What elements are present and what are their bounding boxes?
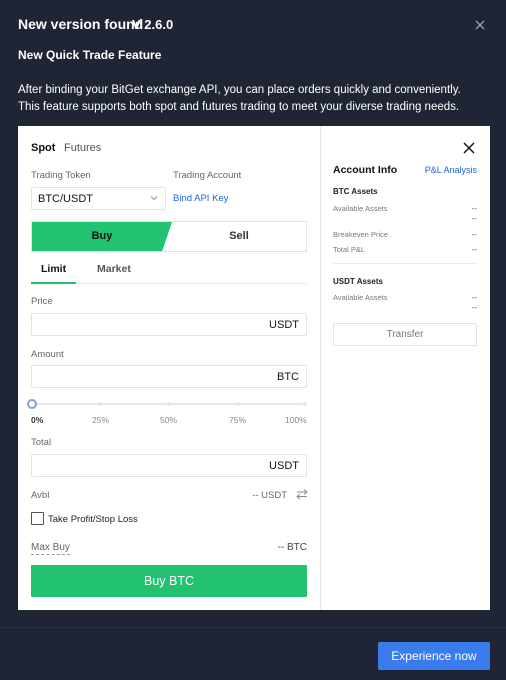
avbl-value: -- USDT	[252, 490, 287, 501]
amount-slider-track[interactable]	[35, 403, 307, 405]
feature-description: After binding your BitGet exchange API, …	[18, 82, 488, 116]
avbl-label: Avbl	[31, 490, 50, 501]
amount-slider-handle[interactable]	[27, 399, 37, 409]
feature-title: New Quick Trade Feature	[18, 48, 162, 62]
max-buy-value: -- BTC	[277, 542, 307, 553]
pl-analysis-link[interactable]: P&L Analysis	[425, 165, 477, 175]
amount-label: Amount	[31, 349, 64, 360]
order-form: Spot Futures Trading Token Trading Accou…	[18, 126, 320, 610]
description-line-2: This feature supports both spot and futu…	[18, 101, 460, 113]
panel-close-icon[interactable]	[462, 141, 476, 155]
side-toggle: Buy Sell	[31, 221, 307, 252]
buy-btc-button[interactable]: Buy BTC	[31, 565, 307, 597]
total-unit: USDT	[269, 460, 299, 472]
btc-available-value-1: --	[471, 204, 477, 213]
usdt-available-value-1: --	[471, 293, 477, 302]
tpsl-label: Take Profit/Stop Loss	[48, 514, 138, 525]
account-info-panel: Account Info P&L Analysis BTC Assets Ava…	[321, 126, 490, 610]
total-pl-value: --	[471, 245, 477, 254]
amount-input[interactable]: BTC	[31, 365, 307, 388]
slider-tick-75	[236, 402, 240, 406]
usdt-available-label: Available Assets	[333, 293, 388, 302]
slider-tick-25	[98, 402, 102, 406]
bind-api-key-link[interactable]: Bind API Key	[173, 193, 228, 204]
amount-unit: BTC	[277, 371, 299, 383]
total-input[interactable]: USDT	[31, 454, 307, 477]
usdt-assets-heading: USDT Assets	[333, 277, 383, 286]
btc-available-value-2: --	[471, 214, 477, 223]
tab-spot[interactable]: Spot	[31, 142, 55, 154]
usdt-available-value-2: --	[471, 303, 477, 312]
modal-title: New version found	[18, 16, 144, 32]
active-tab-indicator	[31, 282, 76, 284]
trading-token-label: Trading Token	[31, 170, 91, 181]
slider-tick-100	[303, 402, 307, 406]
breakeven-value: --	[471, 230, 477, 239]
total-pl-label: Total P&L	[333, 245, 366, 254]
close-icon[interactable]	[472, 17, 488, 33]
breakeven-label: Breakeven Price	[333, 230, 389, 239]
tab-limit[interactable]: Limit	[41, 263, 66, 275]
quick-trade-preview: Spot Futures Trading Token Trading Accou…	[18, 126, 490, 610]
price-label: Price	[31, 296, 53, 307]
max-buy-label[interactable]: Max Buy	[31, 542, 70, 555]
slider-mark-25: 25%	[92, 415, 110, 425]
experience-now-button[interactable]: Experience now	[378, 642, 490, 670]
version-label: V 2.6.0	[132, 17, 174, 32]
btc-available-label: Available Assets	[333, 204, 388, 213]
slider-mark-100: 100%	[285, 415, 307, 425]
update-modal: New version found V 2.6.0 New Quick Trad…	[0, 0, 506, 680]
price-unit: USDT	[269, 319, 299, 331]
account-info-title: Account Info	[333, 164, 398, 176]
slider-tick-50	[167, 402, 171, 406]
btc-assets-heading: BTC Assets	[333, 187, 378, 196]
tab-market[interactable]: Market	[97, 263, 131, 275]
footer-divider	[0, 627, 506, 628]
trading-account-label: Trading Account	[173, 170, 242, 181]
transfer-button[interactable]: Transfer	[333, 323, 477, 346]
assets-divider	[333, 263, 477, 264]
trading-token-select[interactable]: BTC/USDT	[31, 187, 166, 210]
slider-mark-75: 75%	[229, 415, 247, 425]
tpsl-checkbox[interactable]	[31, 512, 44, 525]
chevron-down-icon	[150, 196, 158, 201]
swap-icon[interactable]	[296, 488, 308, 500]
buy-side-button[interactable]: Buy	[32, 222, 172, 251]
price-input[interactable]: USDT	[31, 313, 307, 336]
description-line-1: After binding your BitGet exchange API, …	[18, 84, 461, 96]
sell-side-button[interactable]: Sell	[172, 222, 306, 251]
trading-token-value: BTC/USDT	[38, 193, 93, 205]
slider-mark-50: 50%	[160, 415, 178, 425]
total-label: Total	[31, 437, 52, 448]
slider-mark-0: 0%	[31, 415, 44, 425]
tab-futures[interactable]: Futures	[64, 142, 101, 154]
